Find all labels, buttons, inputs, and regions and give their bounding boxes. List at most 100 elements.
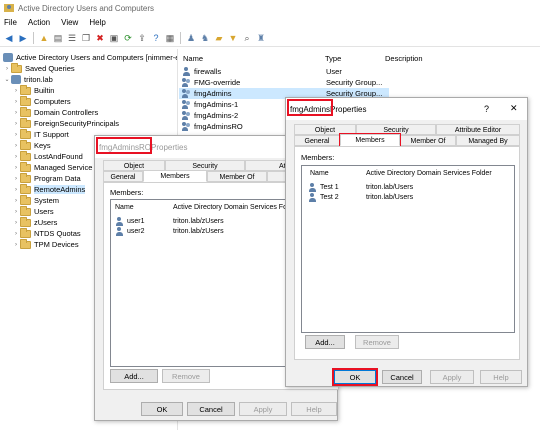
new-user-icon[interactable]: ♟ [185, 32, 197, 44]
properties-icon[interactable]: ▣ [108, 32, 120, 44]
expand-right-icon[interactable]: › [12, 110, 20, 116]
expand-right-icon[interactable]: › [12, 99, 20, 105]
refresh-icon[interactable]: ⟳ [122, 32, 134, 44]
domain-icon [11, 75, 21, 84]
group-icon [182, 122, 191, 131]
add-button[interactable]: Add... [305, 335, 345, 349]
menu-file[interactable]: File [4, 18, 17, 27]
expand-right-icon[interactable]: › [12, 132, 20, 138]
close-icon[interactable]: ✕ [510, 103, 518, 114]
expand-right-icon[interactable]: › [3, 66, 11, 72]
expand-right-icon[interactable]: › [12, 187, 20, 193]
tab-member-of[interactable]: Member Of [207, 171, 267, 182]
list-item[interactable]: firewalls User [179, 66, 389, 77]
add-button[interactable]: Add... [110, 369, 158, 383]
back-arrow-icon[interactable]: ◀ [3, 32, 15, 44]
help-button[interactable]: Help [480, 370, 522, 384]
expand-right-icon[interactable]: › [12, 231, 20, 237]
member-row[interactable]: user1 [115, 216, 145, 226]
expand-down-icon[interactable]: ⌄ [3, 76, 11, 83]
remove-button[interactable]: Remove [162, 369, 210, 383]
col-name[interactable]: Name [115, 204, 134, 211]
add-to-group-icon[interactable]: ♜ [255, 32, 267, 44]
expand-right-icon[interactable]: › [12, 209, 20, 215]
tree-item-computers[interactable]: › Computers [12, 95, 71, 107]
tree-item-program-data[interactable]: › Program Data [12, 172, 81, 184]
expand-right-icon[interactable]: › [12, 121, 20, 127]
expand-right-icon[interactable]: › [12, 165, 20, 171]
help-icon[interactable]: ? [150, 32, 162, 44]
delete-icon[interactable]: ✖ [94, 32, 106, 44]
col-folder[interactable]: Active Directory Domain Services Folder [173, 204, 299, 211]
tree-item-keys[interactable]: › Keys [12, 139, 51, 151]
expand-right-icon[interactable]: › [12, 220, 20, 226]
tree-item-label: RemoteAdmins [34, 185, 86, 194]
member-folder: triton.lab/zUsers [173, 217, 224, 225]
tree-root[interactable]: Active Directory Users and Computers [ni… [3, 52, 177, 63]
tree-item-lostandfound[interactable]: › LostAndFound [12, 150, 83, 162]
col-name[interactable]: Name [310, 170, 329, 177]
menu-help[interactable]: Help [89, 18, 105, 27]
tab-members[interactable]: Members [143, 170, 207, 182]
expand-right-icon[interactable]: › [12, 143, 20, 149]
tree-item-label: triton.lab [24, 75, 53, 84]
list-item[interactable]: FMG-override Security Group... [179, 77, 389, 88]
tab-managed-by[interactable]: Managed By [456, 135, 520, 146]
ok-button[interactable]: OK [141, 402, 183, 416]
tree-item-zusers[interactable]: › zUsers [12, 216, 57, 228]
new-group-icon[interactable]: ♞ [199, 32, 211, 44]
dialog-title-suffix: Properties [330, 104, 367, 114]
apply-button[interactable]: Apply [239, 402, 287, 416]
tab-member-of[interactable]: Member Of [400, 135, 456, 146]
export-list-icon[interactable]: ⇪ [136, 32, 148, 44]
tree-item-saved-queries[interactable]: › Saved Queries [3, 62, 75, 74]
tab-attribute-editor[interactable]: Attribute Editor [436, 124, 520, 135]
help-button[interactable]: Help [291, 402, 337, 416]
column-header-description[interactable]: Description [385, 54, 423, 63]
forward-arrow-icon[interactable]: ▶ [17, 32, 29, 44]
tree-item-tpm-devices[interactable]: › TPM Devices [12, 238, 79, 250]
expand-right-icon[interactable]: › [12, 198, 20, 204]
member-row[interactable]: user2 [115, 226, 145, 236]
new-ou-icon[interactable]: ▰ [213, 32, 225, 44]
tree-item-triton-lab[interactable]: ⌄ triton.lab [3, 74, 53, 85]
member-folder: triton.lab/Users [366, 183, 414, 191]
column-header-type[interactable]: Type [325, 54, 341, 63]
copy-icon[interactable]: ❐ [80, 32, 92, 44]
tab-general[interactable]: General [103, 171, 143, 182]
expand-right-icon[interactable]: › [12, 176, 20, 182]
tab-general[interactable]: General [294, 135, 340, 146]
tree-item-foreignsecurityprincipals[interactable]: › ForeignSecurityPrincipals [12, 117, 119, 129]
folder-icon [20, 227, 31, 238]
find-icon[interactable]: ⌕ [241, 32, 253, 44]
expand-right-icon[interactable]: › [12, 88, 20, 94]
show-console-tree-icon[interactable]: ▤ [52, 32, 64, 44]
tree-item-system[interactable]: › System [12, 194, 59, 206]
cancel-button[interactable]: Cancel [187, 402, 235, 416]
menu-view[interactable]: View [61, 18, 78, 27]
tree-item-builtin[interactable]: › Builtin [12, 84, 54, 96]
column-header-name[interactable]: Name [183, 54, 203, 63]
context-help-button[interactable]: ? [484, 104, 489, 114]
member-row[interactable]: Test 2 [308, 192, 339, 202]
col-folder[interactable]: Active Directory Domain Services Folder [366, 170, 492, 177]
up-folder-icon[interactable]: ▲ [38, 32, 50, 44]
member-row[interactable]: Test 1 [308, 182, 339, 192]
tree-item-domain-controllers[interactable]: › Domain Controllers [12, 106, 98, 118]
tree-item-remoteadmins[interactable]: › RemoteAdmins [12, 183, 86, 195]
tree-item-ntds-quotas[interactable]: › NTDS Quotas [12, 227, 81, 239]
apply-button[interactable]: Apply [430, 370, 474, 384]
tree-item-users[interactable]: › Users [12, 205, 54, 217]
tree-item-managed-service[interactable]: › Managed Service [12, 161, 92, 173]
tree-item-it-support[interactable]: › IT Support [12, 128, 69, 140]
expand-right-icon[interactable]: › [12, 154, 20, 160]
menu-action[interactable]: Action [28, 18, 50, 27]
remove-button[interactable]: Remove [355, 335, 399, 349]
expand-right-icon[interactable]: › [12, 242, 20, 248]
console-icon[interactable]: ▦ [164, 32, 176, 44]
tab-members[interactable]: Members [340, 134, 400, 146]
filter-icon[interactable]: ▼ [227, 32, 239, 44]
details-view-icon[interactable]: ☰ [66, 32, 78, 44]
cancel-button[interactable]: Cancel [382, 370, 422, 384]
members-listview[interactable]: Name Active Directory Domain Services Fo… [301, 165, 515, 333]
